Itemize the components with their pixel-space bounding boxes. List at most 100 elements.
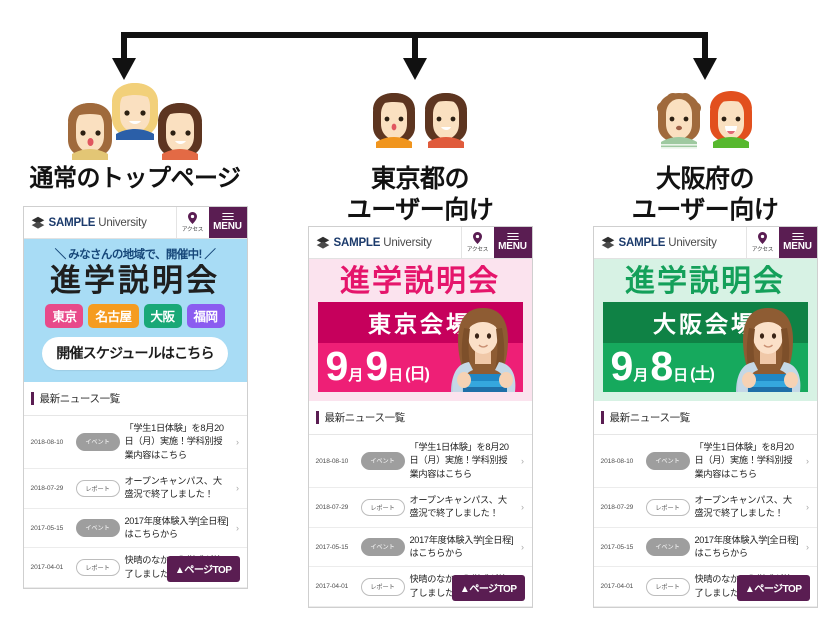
column-osaka-users: 大阪府の ユーザー向け SAMPLE University アクセス MENU … <box>570 82 840 609</box>
news-date: 2018-07-29 <box>600 503 634 511</box>
news-tag: イベント <box>360 538 405 556</box>
table-row[interactable]: 2018-08-10 イベント 「学生1日体験」を8月20日（月）実施！学科別授… <box>593 435 817 489</box>
news-tag: レポート <box>75 558 120 577</box>
news-tag: レポート <box>75 479 120 498</box>
news-heading: 最新ニュース一覧 <box>308 401 532 435</box>
news-list: 2018-08-10 イベント 「学生1日体験」を8月20日（月）実施！学科別授… <box>593 435 817 608</box>
event-panel: 東京会場 9 月 9 日 (日) <box>317 302 523 392</box>
event-panel: 大阪会場 9 月 8 日 (土) <box>602 302 808 392</box>
page-top-button[interactable]: ▲ページTOP <box>736 575 810 602</box>
brand-strong: SAMPLE <box>48 216 96 229</box>
hero-kicker: ＼ みなさんの地域で、開催中! ／ <box>54 249 216 262</box>
news-tag: レポート <box>360 578 405 596</box>
news-tag: レポート <box>360 498 405 517</box>
city-pill-osaka[interactable]: 大阪 <box>143 303 182 328</box>
chevron-right-icon: › <box>236 523 239 534</box>
page-top-button[interactable]: ▲ページTOP <box>166 556 240 583</box>
table-row[interactable]: 2018-07-29 レポート オープンキャンパス、大盛況で終了しました！ › <box>308 488 532 528</box>
news-heading: 最新ニュース一覧 <box>593 401 817 435</box>
access-button[interactable]: アクセス <box>460 227 494 258</box>
news-date: 2018-07-29 <box>30 484 64 492</box>
news-title: オープンキャンパス、大盛況で終了しました！ <box>694 495 793 519</box>
stacked-diamond-logo-icon <box>601 236 614 249</box>
table-row[interactable]: 2017-05-15 イベント 2017年度体験入学[全日程]はこちらから › <box>308 528 532 568</box>
hero-banner-osaka[interactable]: 進学説明会 大阪会場 9 月 8 日 (土) <box>593 259 817 401</box>
access-button[interactable]: アクセス <box>175 207 209 239</box>
table-row[interactable]: 2018-07-29 レポート オープンキャンパス、大盛況で終了しました！ › <box>593 488 817 528</box>
brand-text: SAMPLE University <box>334 237 432 249</box>
female-student-photo <box>735 308 800 392</box>
chevron-right-icon: › <box>236 483 239 494</box>
city-pill-group: 東京 名古屋 大阪 福岡 <box>45 303 225 328</box>
date-weekday: (日) <box>405 366 430 383</box>
city-pill-fukuoka[interactable]: 福岡 <box>186 303 225 328</box>
news-date: 2017-05-15 <box>600 543 634 551</box>
news-date: 2017-05-15 <box>315 543 349 551</box>
chevron-right-icon: › <box>521 502 524 513</box>
date-day-number: 8 <box>650 343 673 389</box>
map-pin-icon <box>188 212 197 225</box>
site-brand[interactable]: SAMPLE University <box>594 227 746 258</box>
brand-text: SAMPLE University <box>619 237 717 249</box>
brand-light: University <box>380 236 432 249</box>
access-label: アクセス <box>181 227 204 234</box>
date-month-unit: 月 <box>633 367 649 384</box>
news-list: 2018-08-10 イベント 「学生1日体験」を8月20日（月）実施！学科別授… <box>23 416 247 589</box>
news-title: 「学生1日体験」を8月20日（月）実施！学科別授業内容はこちら <box>694 442 795 479</box>
news-tag: レポート <box>645 578 690 596</box>
hero-banner-tokyo[interactable]: 進学説明会 東京会場 9 月 9 日 (日) <box>308 259 532 401</box>
site-header: SAMPLE University アクセス MENU <box>308 227 532 259</box>
news-title: オープンキャンパス、大盛況で終了しました！ <box>124 476 223 500</box>
phone-mockup-tokyo: SAMPLE University アクセス MENU 進学説明会 東京会場 9… <box>307 226 533 609</box>
news-tag: イベント <box>360 452 405 470</box>
date-day-unit: 日 <box>673 367 689 384</box>
brand-light: University <box>95 216 147 229</box>
two-people-pair-icon <box>373 93 467 148</box>
city-pill-tokyo[interactable]: 東京 <box>45 303 84 328</box>
menu-button[interactable]: MENU <box>493 227 532 258</box>
date-month-unit: 月 <box>348 367 364 384</box>
stacked-diamond-logo-icon <box>31 216 44 229</box>
site-brand[interactable]: SAMPLE University <box>309 227 461 258</box>
news-title: 2017年度体験入学[全日程]はこちらから <box>124 515 229 540</box>
branching-arrow-diagram <box>112 32 717 80</box>
access-label: アクセス <box>466 247 489 253</box>
arrow-stem-middle <box>412 32 418 62</box>
arrow-head-right <box>693 58 717 80</box>
arrow-head-left <box>112 58 136 80</box>
brand-strong: SAMPLE <box>333 236 381 249</box>
phone-mockup-default: SAMPLE University アクセス MENU ＼ みなさんの地域で、開… <box>22 206 248 590</box>
table-row[interactable]: 2018-08-10 イベント 「学生1日体験」を8月20日（月）実施！学科別授… <box>308 435 532 489</box>
chevron-right-icon: › <box>806 456 809 467</box>
news-tag: イベント <box>75 433 120 451</box>
schedule-cta-button[interactable]: 開催スケジュールはこちら <box>42 336 228 370</box>
news-date: 2018-08-10 <box>600 457 634 465</box>
news-heading-label: 最新ニュース一覧 <box>39 392 121 405</box>
table-row[interactable]: 2018-07-29 レポート オープンキャンパス、大盛況で終了しました！ › <box>23 469 247 509</box>
access-button[interactable]: アクセス <box>745 227 779 258</box>
menu-button[interactable]: MENU <box>208 207 247 239</box>
hero-title: 進学説明会 <box>340 265 500 298</box>
arrow-stem-right <box>702 32 708 62</box>
date-day-number: 9 <box>365 343 388 389</box>
city-pill-nagoya[interactable]: 名古屋 <box>88 303 139 328</box>
table-row[interactable]: 2018-08-10 イベント 「学生1日体験」を8月20日（月）実施！学科別授… <box>23 416 247 470</box>
hero-banner-default[interactable]: ＼ みなさんの地域で、開催中! ／ 進学説明会 東京 名古屋 大阪 福岡 開催ス… <box>23 239 247 382</box>
phone-mockup-osaka: SAMPLE University アクセス MENU 進学説明会 大阪会場 9… <box>592 226 818 609</box>
news-tag: イベント <box>75 519 120 537</box>
news-date: 2017-04-01 <box>315 583 349 591</box>
news-title: 「学生1日体験」を8月20日（月）実施！学科別授業内容はこちら <box>409 442 510 479</box>
menu-button[interactable]: MENU <box>778 227 817 258</box>
map-pin-icon <box>473 232 482 244</box>
page-top-button[interactable]: ▲ページTOP <box>451 575 525 602</box>
date-weekday: (土) <box>690 366 715 383</box>
news-date: 2018-07-29 <box>315 503 349 511</box>
table-row[interactable]: 2017-05-15 イベント 2017年度体験入学[全日程]はこちらから › <box>593 528 817 568</box>
brand-text: SAMPLE University <box>49 217 147 229</box>
news-title: オープンキャンパス、大盛況で終了しました！ <box>409 495 508 519</box>
news-date: 2017-05-15 <box>30 524 64 532</box>
site-brand[interactable]: SAMPLE University <box>24 207 176 238</box>
column-caption: 東京都の ユーザー向け <box>346 165 494 224</box>
brand-light: University <box>665 236 717 249</box>
table-row[interactable]: 2017-05-15 イベント 2017年度体験入学[全日程]はこちらから › <box>23 509 247 549</box>
